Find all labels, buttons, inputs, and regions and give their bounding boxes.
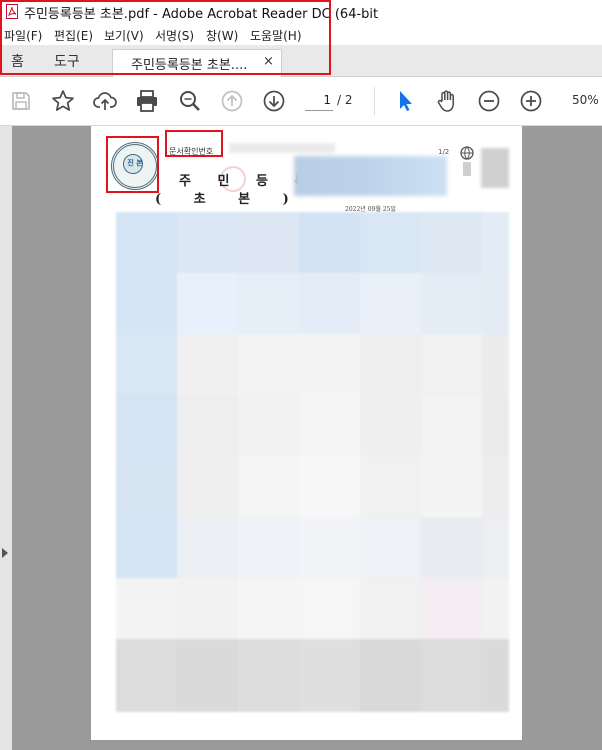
redaction-tile — [421, 639, 482, 712]
redacted-qr-code — [481, 148, 509, 188]
redaction-tile — [299, 456, 360, 517]
redaction-tile — [238, 517, 299, 578]
redaction-tile — [360, 578, 421, 639]
redaction-tile — [360, 334, 421, 395]
redaction-tile — [177, 578, 238, 639]
redaction-tile — [116, 517, 177, 578]
redacted-document-body — [116, 212, 509, 712]
toolbar-divider — [374, 87, 375, 115]
redaction-tile — [238, 456, 299, 517]
redaction-tile — [421, 517, 482, 578]
toolbar: / 2 50% — [0, 77, 602, 126]
zoom-out-icon[interactable] — [476, 88, 502, 114]
redaction-tile — [177, 517, 238, 578]
zoom-level[interactable]: 50% — [572, 93, 599, 107]
side-panel-rail[interactable] — [0, 126, 12, 750]
redaction-tile — [116, 334, 177, 395]
redaction-tile — [299, 639, 360, 712]
pdf-page: 진 본 문서확인번호 1/2 주 민 등 록 표 ( 초 본 ) 2022년 0… — [91, 126, 522, 740]
redaction-tile — [116, 578, 177, 639]
redaction-tile — [360, 273, 421, 334]
expand-panel-icon[interactable] — [2, 548, 8, 558]
redaction-tile — [421, 456, 482, 517]
redaction-tile — [482, 456, 509, 517]
redaction-tile — [299, 334, 360, 395]
highlight-box-seal — [106, 136, 159, 193]
document-id-redacted — [229, 143, 335, 153]
redaction-tile — [238, 273, 299, 334]
redaction-tile — [482, 334, 509, 395]
redaction-tile — [238, 578, 299, 639]
bookmark-star-icon[interactable] — [50, 88, 76, 114]
print-icon[interactable] — [134, 88, 160, 114]
redaction-tile — [360, 395, 421, 456]
select-pointer-icon[interactable] — [392, 88, 418, 114]
redaction-tile — [299, 578, 360, 639]
redacted-header-block — [294, 156, 447, 196]
redaction-tile — [421, 395, 482, 456]
redaction-tile — [421, 578, 482, 639]
globe-icon — [460, 146, 474, 160]
redaction-tile — [360, 517, 421, 578]
redaction-tile — [299, 212, 360, 273]
redaction-tile — [299, 395, 360, 456]
hand-tool-icon[interactable] — [434, 88, 460, 114]
redaction-tile — [299, 273, 360, 334]
highlight-box-title-menu — [0, 0, 331, 75]
document-subtitle: ( 초 본 ) — [155, 192, 303, 207]
redaction-tile — [177, 639, 238, 712]
redaction-tile — [421, 273, 482, 334]
document-viewer[interactable]: 진 본 문서확인번호 1/2 주 민 등 록 표 ( 초 본 ) 2022년 0… — [0, 126, 602, 750]
zoom-in-icon[interactable] — [518, 88, 544, 114]
redaction-tile — [116, 212, 177, 273]
previous-page-icon[interactable] — [219, 88, 245, 114]
page-number-input[interactable] — [305, 90, 333, 111]
zoom-search-icon[interactable] — [177, 88, 203, 114]
redaction-tile — [116, 273, 177, 334]
redaction-tile — [482, 273, 509, 334]
page-total: / 2 — [337, 93, 353, 107]
page-count: 1/2 — [438, 148, 450, 156]
highlight-box-doc-id — [165, 130, 223, 157]
redaction-tile — [482, 395, 509, 456]
redaction-tile — [421, 212, 482, 273]
redaction-tile — [177, 212, 238, 273]
redaction-tile — [238, 212, 299, 273]
redaction-tile — [238, 395, 299, 456]
redaction-tile — [238, 334, 299, 395]
redaction-tile — [360, 212, 421, 273]
redaction-tile — [116, 395, 177, 456]
redaction-tile — [482, 639, 509, 712]
redacted-corner-text — [463, 162, 471, 176]
redaction-tile — [177, 334, 238, 395]
redaction-tile — [482, 517, 509, 578]
redaction-tile — [299, 517, 360, 578]
redaction-tile — [482, 212, 509, 273]
redaction-tile — [482, 578, 509, 639]
redaction-tile — [177, 273, 238, 334]
redaction-tile — [360, 639, 421, 712]
redaction-tile — [116, 456, 177, 517]
redaction-tile — [177, 456, 238, 517]
redaction-tile — [421, 334, 482, 395]
redaction-tile — [360, 456, 421, 517]
save-icon[interactable] — [8, 88, 34, 114]
redaction-tile — [238, 639, 299, 712]
upload-cloud-icon[interactable] — [92, 88, 118, 114]
redaction-tile — [116, 639, 177, 712]
next-page-icon[interactable] — [261, 88, 287, 114]
redaction-tile — [177, 395, 238, 456]
